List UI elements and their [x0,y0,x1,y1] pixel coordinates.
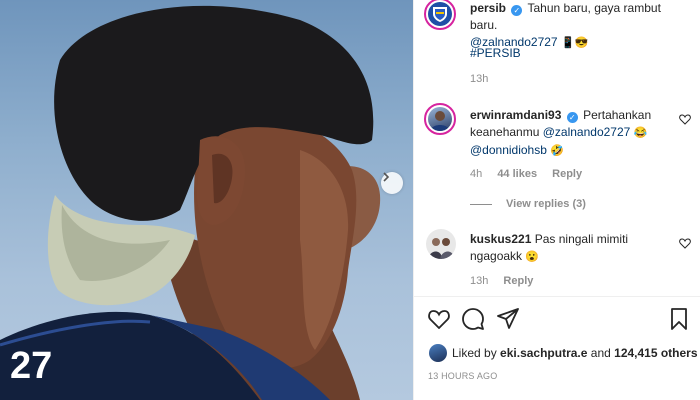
caption-author[interactable]: persib [470,1,506,15]
caption-hashtag[interactable]: #PERSIB [470,45,521,62]
comment-emoji: 😂 [633,127,648,139]
verified-icon: ✓ [511,5,523,16]
jersey-number: 27 [10,345,52,387]
view-replies-line [470,203,492,205]
comment-icon[interactable] [462,308,484,330]
share-icon[interactable] [497,308,519,330]
comment-mention[interactable]: @zalnando2727 [543,125,631,139]
verified-icon: ✓ [566,112,578,123]
likes-count[interactable]: 124,415 others [614,346,697,360]
caption-emoji: 📱😎 [560,37,589,49]
comment-author[interactable]: kuskus221 [470,232,531,246]
user-photo-icon [430,111,450,131]
persib-logo-icon [433,7,447,22]
comment-meta: 4h 44 likes Reply [470,168,594,180]
comment-time: 13h [470,275,489,287]
heart-icon[interactable] [679,238,691,249]
likes-prefix: Liked by [452,346,497,360]
comment-time: 4h [470,168,483,180]
photo-illustration: 27 [0,5,381,400]
view-replies-button[interactable]: View replies (3) [470,198,586,210]
liker-avatar[interactable] [429,344,447,362]
likes-summary: Liked by eki.sachputra.e and 124,415 oth… [452,345,698,362]
comment-author[interactable]: erwinramdani93 [470,108,561,122]
next-photo-button[interactable] [381,172,403,194]
comment-meta: 13h Reply [470,275,545,287]
user-photo-icon [428,238,454,259]
comment-likes[interactable]: 44 likes [497,168,537,180]
kuskus221-avatar[interactable] [426,229,456,259]
comment-erwinramdani93: erwinramdani93 ✓ Pertahankan keanehanmu … [470,107,670,160]
chevron-right-icon [383,172,390,182]
reply-button[interactable]: Reply [503,275,533,287]
post-photo[interactable]: 27 [0,0,413,400]
comment-emoji: 😮 [525,251,540,263]
bookmark-icon[interactable] [670,308,688,330]
reply-button[interactable]: Reply [552,168,582,180]
view-replies-label: View replies (3) [506,198,586,210]
comment-mention[interactable]: @donnidiohsb [470,143,547,157]
liker-username[interactable]: eki.sachputra.e [500,346,587,360]
heart-icon[interactable] [679,114,691,125]
comment-kuskus221: kuskus221 Pas ningali mimiti ngagoakk 😮 [470,231,670,266]
post-timestamp: 13 HOURS AGO [428,371,498,381]
likes-conjunction: and [590,346,611,360]
heart-icon[interactable] [428,309,450,329]
erwinramdani93-avatar[interactable] [424,103,456,135]
persib-avatar[interactable] [424,0,456,30]
divider [414,296,700,297]
comment-emoji: 🤣 [550,145,564,157]
post-sidebar: persib ✓ Tahun baru, gaya rambut baru. @… [413,0,700,400]
caption-time: 13h [470,73,489,85]
